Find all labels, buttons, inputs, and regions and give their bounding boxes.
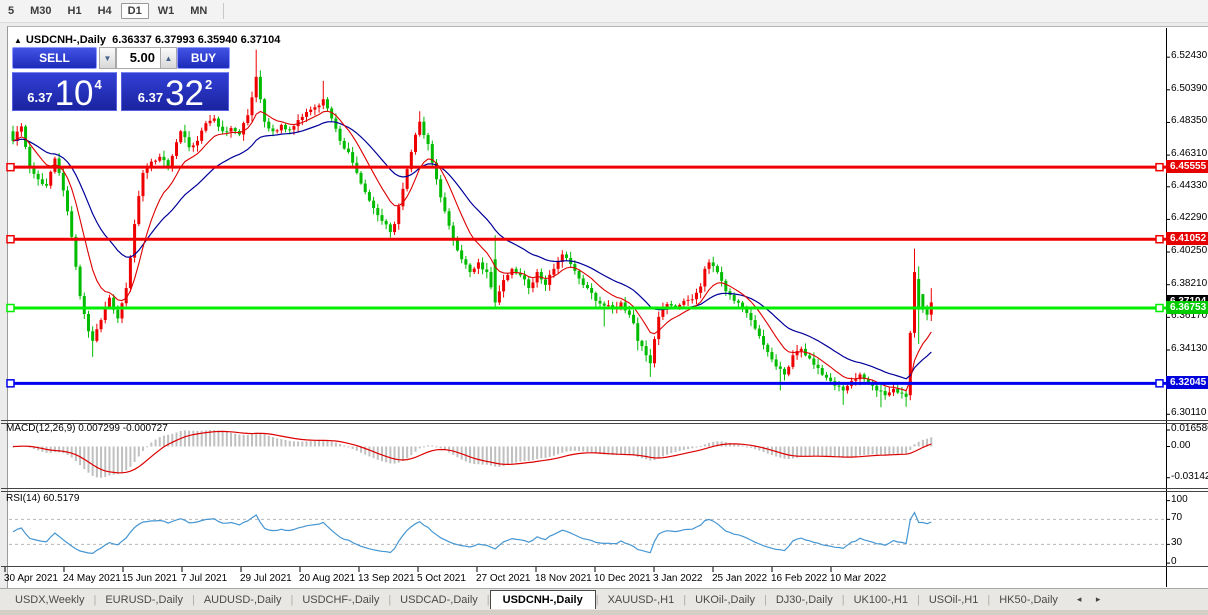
chart-tab[interactable]: USDCHF-,Daily <box>293 591 388 609</box>
sell-price-small: 6.37 <box>27 90 53 105</box>
line-drag-handle <box>1155 303 1164 313</box>
rsi-value: 60.5179 <box>43 493 80 504</box>
line-drag-handle <box>1155 379 1164 388</box>
price-axis-label: 6.30110 <box>1171 407 1207 419</box>
price-badge: 6.41052 <box>1166 231 1208 245</box>
price-axis-label: 6.40250 <box>1171 245 1208 257</box>
rsi-axis-label: 70 <box>1171 512 1183 524</box>
macd-indicator <box>12 430 933 478</box>
status-bar <box>0 610 1208 615</box>
collapse-arrow-icon[interactable]: ▲ <box>14 36 22 45</box>
rsi-label: RSI(14) 60.5179 <box>6 493 79 504</box>
chart-tab[interactable]: EURUSD-,Daily <box>96 591 192 609</box>
chart-tab[interactable]: USDX,Weekly <box>6 591 93 609</box>
price-axis-label: 6.50390 <box>1171 82 1208 94</box>
buy-price-small: 6.37 <box>137 90 164 105</box>
macd-name: MACD(12,26,9) <box>6 423 76 434</box>
line-drag-handle <box>6 234 15 244</box>
price-badge: 6.32045 <box>1166 375 1208 389</box>
chart-tab[interactable]: UK100-,H1 <box>845 591 917 609</box>
rsi-name: RSI(14) <box>6 493 41 504</box>
rsi-axis-label: 0 <box>1171 556 1177 568</box>
price-axis-label: 6.42290 <box>1171 212 1208 224</box>
macd-axis-label: -0.03142 <box>1171 470 1208 482</box>
price-badge: 6.45555 <box>1166 159 1208 173</box>
date-axis-label: 5 Oct 2021 <box>417 573 466 584</box>
buy-price-sup: 2 <box>205 77 213 92</box>
date-axis-label: 29 Jul 2021 <box>240 573 292 584</box>
price-axis-label: 6.34130 <box>1171 342 1208 354</box>
volume-decrease-button[interactable]: ▼ <box>99 47 116 69</box>
price-axis-label: 6.52430 <box>1171 50 1208 62</box>
date-axis-label: 24 May 2021 <box>63 573 121 584</box>
rsi-axis-label: 30 <box>1171 537 1183 549</box>
macd-label: MACD(12,26,9) 0.007299 -0.000727 <box>6 423 168 434</box>
chart-tab[interactable]: USDCNH-,Daily <box>489 590 596 609</box>
line-drag-handle <box>1155 162 1164 172</box>
price-badge: 6.36753 <box>1166 300 1208 314</box>
buy-button[interactable]: BUY <box>177 47 230 69</box>
tab-scroll-arrows[interactable]: ◂ ▸ <box>1077 594 1107 605</box>
chart-tab[interactable]: HK50-,Daily <box>990 591 1067 609</box>
date-axis-label: 27 Oct 2021 <box>476 573 531 584</box>
chart-title: ▲ USDCNH-,Daily 6.36337 6.37993 6.35940 6… <box>14 34 280 46</box>
sell-price-display[interactable]: 6.37 10 4 <box>12 72 117 111</box>
line-drag-handle <box>1155 234 1164 244</box>
macd-axis-label: 0.00 <box>1171 439 1191 451</box>
chart-symbol: USDCNH-,Daily <box>25 34 106 46</box>
one-click-trading-panel: SELL ▼ 5.00 ▲ BUY 6.37 10 4 6.37 32 2 <box>12 47 230 111</box>
sell-price-big: 10 <box>54 74 94 113</box>
date-axis-label: 20 Aug 2021 <box>299 573 356 584</box>
date-axis-label: 10 Mar 2022 <box>830 573 887 584</box>
chart-tab[interactable]: XAUUSD-,H1 <box>599 591 684 609</box>
date-axis-label: 18 Nov 2021 <box>535 573 592 584</box>
volume-input[interactable]: 5.00 <box>116 47 161 69</box>
chart-tab[interactable]: DJ30-,Daily <box>767 591 842 609</box>
chart-tab[interactable]: AUDUSD-,Daily <box>195 591 291 609</box>
chart-tab[interactable]: USDCAD-,Daily <box>391 591 487 609</box>
buy-price-display[interactable]: 6.37 32 2 <box>121 72 229 111</box>
price-axis-label: 6.48350 <box>1171 115 1208 127</box>
price-axis-label: 6.38210 <box>1171 277 1208 289</box>
rsi-axis-label: 100 <box>1171 493 1188 505</box>
chart-ohlc: 6.36337 6.37993 6.35940 6.37104 <box>112 34 281 46</box>
rsi-indicator <box>9 511 1166 555</box>
price-axis-label: 6.44330 <box>1171 179 1208 191</box>
line-drag-handle <box>6 162 15 172</box>
date-axis-label: 3 Jan 2022 <box>653 573 703 584</box>
date-axis-label: 7 Jul 2021 <box>181 573 228 584</box>
mt4-window: 5 M30 H1 H4 D1 W1 MN ▲ USDCNH-,Daily 6.36337 6.… <box>0 0 1208 615</box>
chart-window[interactable]: ▲ USDCNH-,Daily 6.36337 6.37993 6.35940 6… <box>1 26 1208 589</box>
macd-axis-label: 0.016586 <box>1171 423 1208 434</box>
chart-tab[interactable]: USOil-,H1 <box>920 591 988 609</box>
line-drag-handle <box>6 379 15 388</box>
date-axis-label: 16 Feb 2022 <box>771 573 828 584</box>
sell-price-sup: 4 <box>94 77 102 92</box>
spin-down-icon: ▼ <box>103 53 112 63</box>
date-axis-label: 30 Apr 2021 <box>4 573 58 584</box>
price-axis-label: 6.46310 <box>1171 148 1208 160</box>
sell-button[interactable]: SELL <box>12 47 97 69</box>
volume-increase-button[interactable]: ▲ <box>160 47 177 69</box>
moving-averages <box>12 110 932 392</box>
spin-up-icon: ▲ <box>164 53 173 63</box>
date-axis-label: 10 Dec 2021 <box>594 573 651 584</box>
chart-tab[interactable]: UKOil-,Daily <box>686 591 764 609</box>
date-axis-label: 15 Jun 2021 <box>122 573 178 584</box>
line-drag-handle <box>6 303 15 313</box>
date-axis <box>4 567 832 572</box>
buy-price-big: 32 <box>165 74 204 113</box>
chart-tab-bar: USDX,Weekly | EURUSD-,Daily | AUDUSD-,Daily |… <box>0 588 1208 610</box>
date-axis-label: 25 Jan 2022 <box>712 573 768 584</box>
date-axis-label: 13 Sep 2021 <box>358 573 415 584</box>
macd-values: 0.007299 -0.000727 <box>78 423 168 434</box>
